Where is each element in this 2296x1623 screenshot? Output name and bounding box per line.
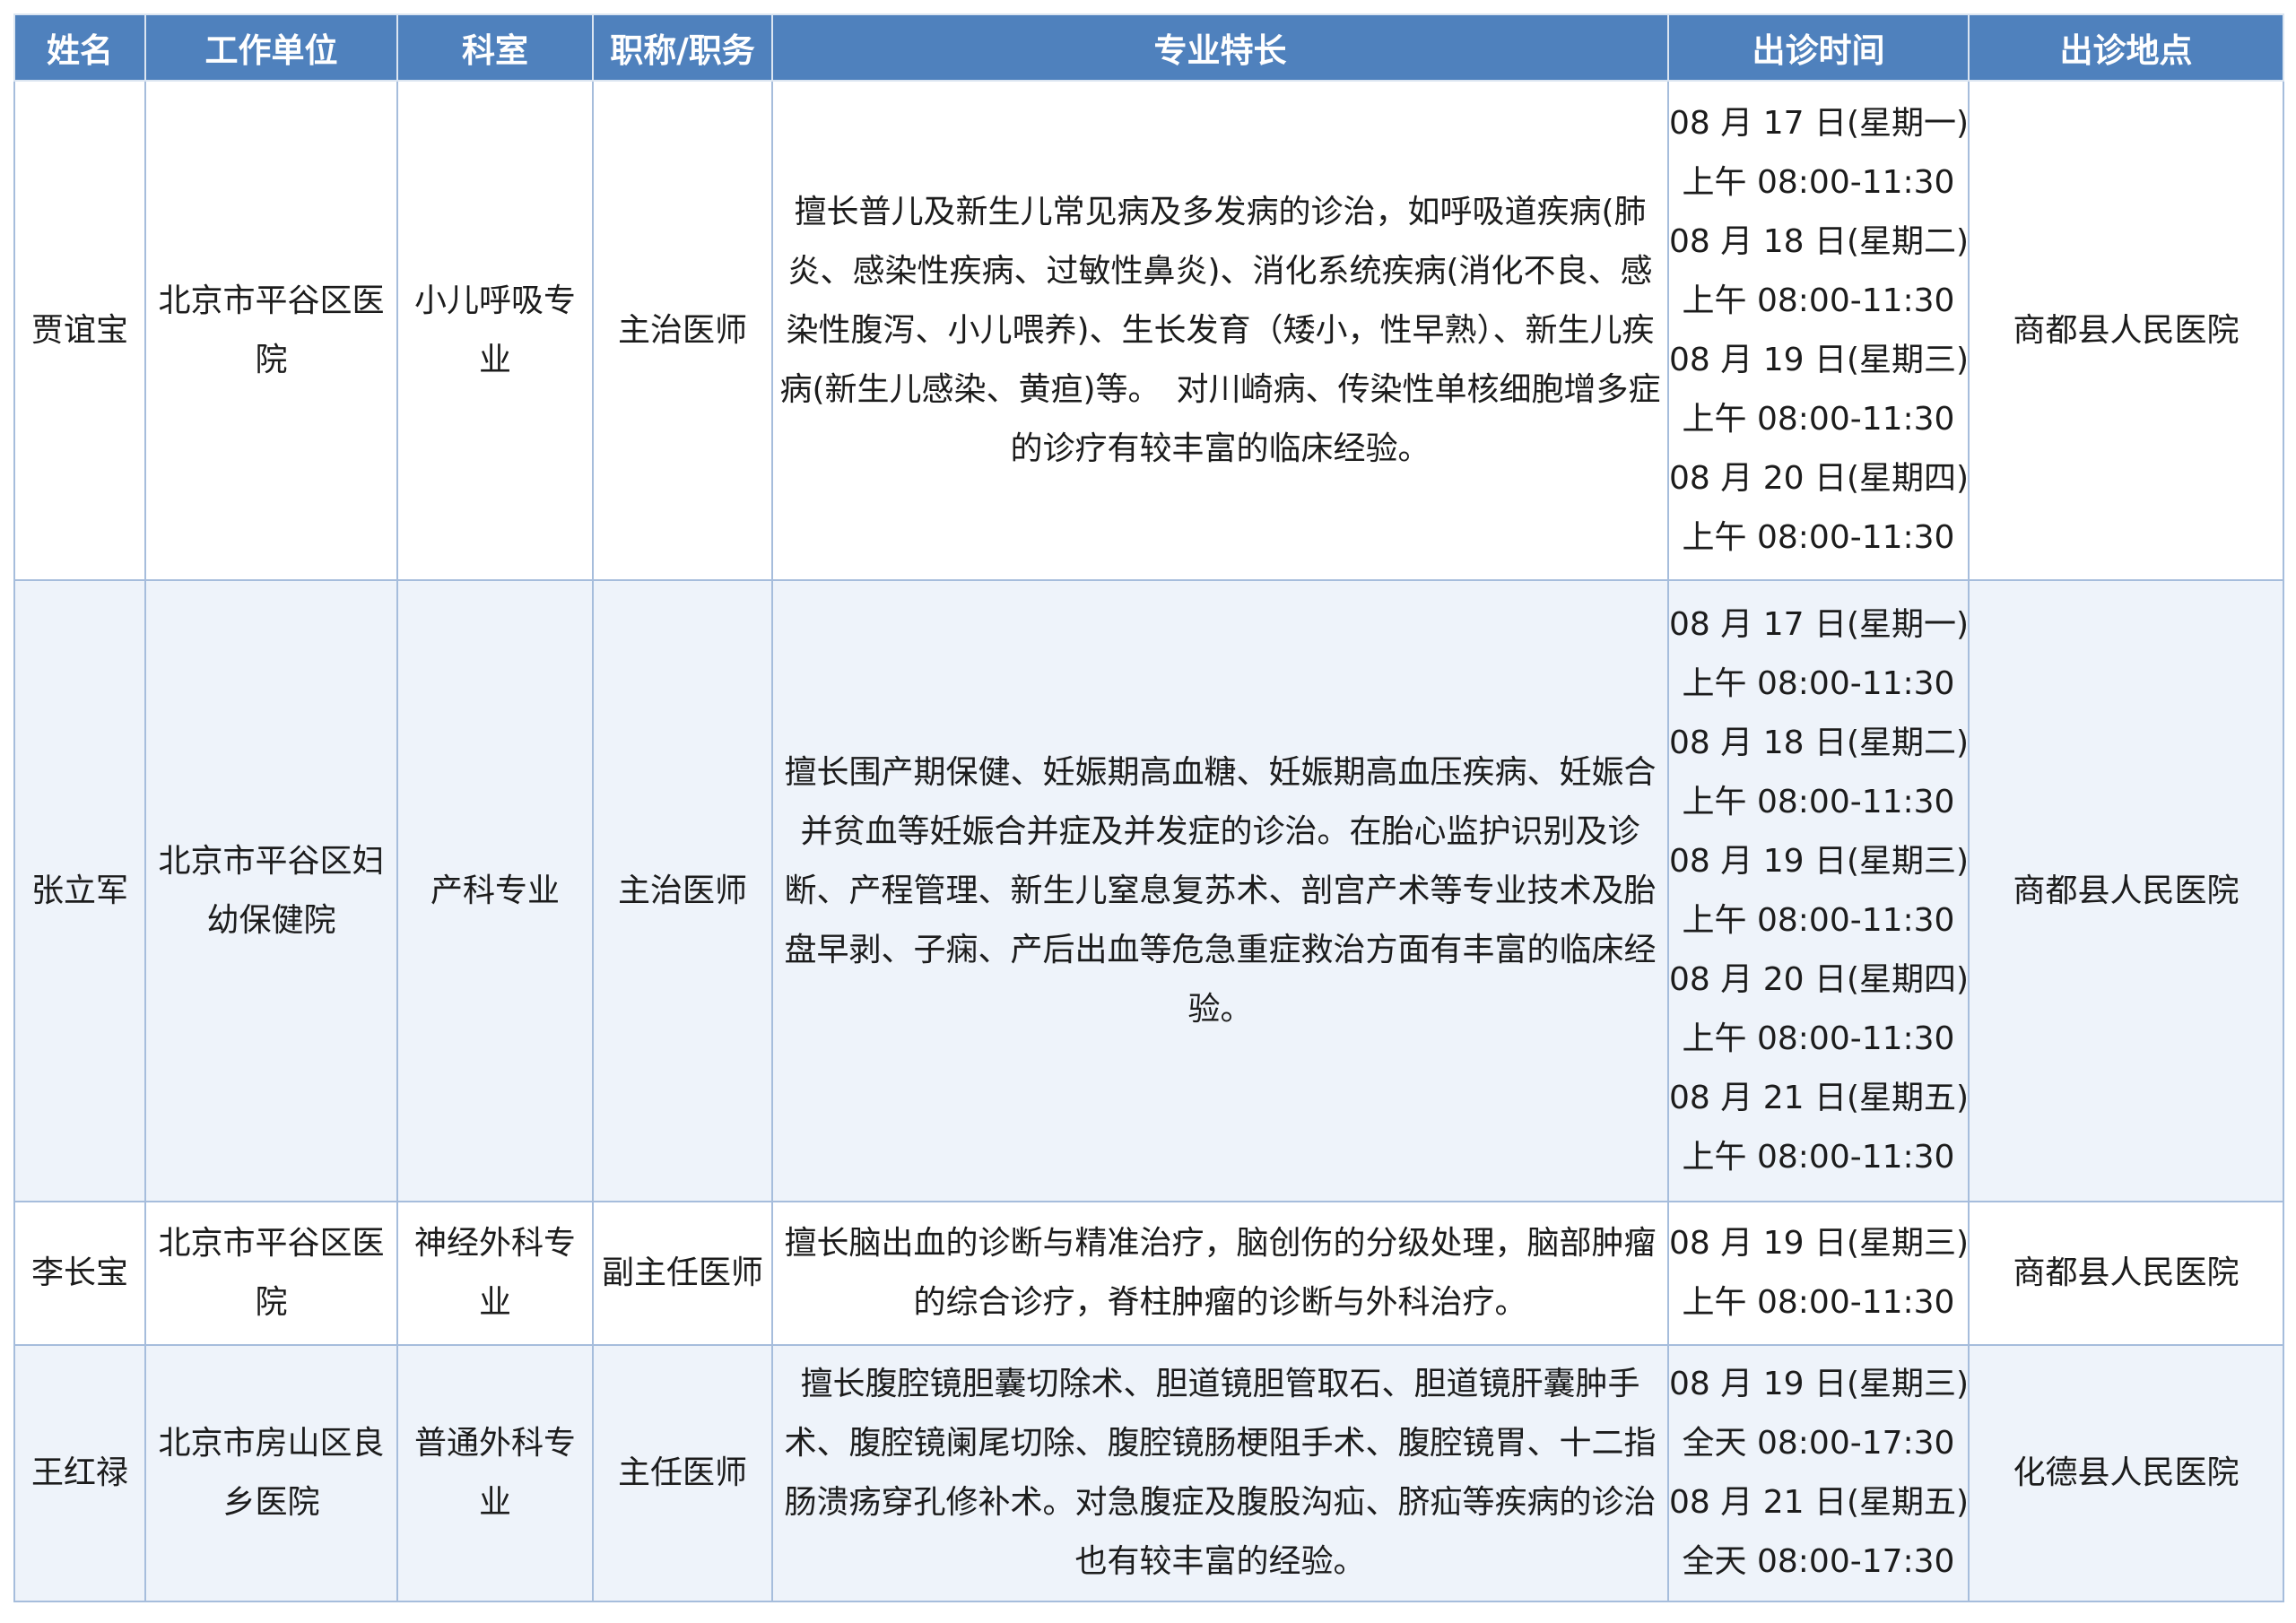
clinic-time: 08 月 17 日(星期一) 上午 08:00-11:30 08 月 18 日(… [1667, 80, 1970, 581]
work-unit: 北京市平谷区医院 [144, 80, 398, 581]
specialty: 擅长围产期保健、妊娠期高血糖、妊娠期高血压疾病、妊娠合并贫血等妊娠合并症及并发症… [771, 579, 1669, 1202]
clinic-time-line: 上午 08:00-11:30 [1682, 400, 1955, 438]
clinic-time-line: 上午 08:00-11:30 [1682, 664, 1955, 702]
clinic-time: 08 月 19 日(星期三) 上午 08:00-11:30 [1667, 1201, 1970, 1346]
doctor-schedule-table: 姓名 工作单位 科室 职称/职务 专业特长 出诊时间 出诊地点 贾谊宝 北京市平… [13, 13, 2284, 1602]
department: 普通外科专业 [396, 1344, 594, 1602]
department: 神经外科专业 [396, 1201, 594, 1346]
department-text: 普通外科专业 [413, 1425, 576, 1521]
work-unit-text: 北京市平谷区妇幼保健院 [158, 842, 385, 939]
clinic-time-line: 上午 08:00-11:30 [1682, 783, 1955, 820]
clinic-time-line: 08 月 17 日(星期一) [1669, 104, 1970, 142]
header-dept: 科室 [396, 13, 594, 82]
department-text: 产科专业 [430, 872, 560, 909]
table-row: 张立军 北京市平谷区妇幼保健院 产科专业 主治医师 擅长围产期保健、妊娠期高血糖… [13, 579, 2284, 1202]
clinic-time-line: 上午 08:00-11:30 [1682, 1284, 1955, 1321]
job-title: 主治医师 [592, 579, 773, 1202]
specialty: 擅长脑出血的诊断与精准治疗，脑创伤的分级处理，脑部肿瘤的综合诊疗，脊柱肿瘤的诊断… [771, 1201, 1669, 1346]
clinic-time-line: 08 月 19 日(星期三) [1669, 341, 1970, 378]
clinic-time: 08 月 19 日(星期三) 全天 08:00-17:30 08 月 21 日(… [1667, 1344, 1970, 1602]
specialty: 擅长腹腔镜胆囊切除术、胆道镜胆管取石、胆道镜肝囊肿手术、腹腔镜阑尾切除、腹腔镜肠… [771, 1344, 1669, 1602]
header-title: 职称/职务 [592, 13, 773, 82]
clinic-location: 化德县人民医院 [1968, 1344, 2284, 1602]
clinic-time-line: 08 月 20 日(星期四) [1669, 960, 1970, 998]
department-text: 小儿呼吸专业 [413, 282, 576, 378]
doctor-name: 李长宝 [13, 1201, 146, 1346]
clinic-time-line: 08 月 19 日(星期三) [1669, 842, 1970, 880]
clinic-time-line: 08 月 17 日(星期一) [1669, 605, 1970, 643]
work-unit-text: 北京市平谷区医院 [158, 1225, 385, 1321]
page: 姓名 工作单位 科室 职称/职务 专业特长 出诊时间 出诊地点 贾谊宝 北京市平… [0, 0, 2296, 1623]
department-text: 神经外科专业 [413, 1225, 576, 1321]
clinic-time-line: 上午 08:00-11:30 [1682, 282, 1955, 319]
header-time: 出诊时间 [1667, 13, 1970, 82]
clinic-time-line: 上午 08:00-11:30 [1682, 1138, 1955, 1176]
header-name: 姓名 [13, 13, 146, 82]
work-unit-text: 北京市平谷区医院 [158, 282, 385, 378]
department: 产科专业 [396, 579, 594, 1202]
clinic-time-line: 08 月 19 日(星期三) [1669, 1225, 1970, 1262]
work-unit-text: 北京市房山区良乡医院 [158, 1425, 385, 1521]
doctor-name: 张立军 [13, 579, 146, 1202]
clinic-time-line: 08 月 21 日(星期五) [1669, 1079, 1970, 1116]
header-row: 姓名 工作单位 科室 职称/职务 专业特长 出诊时间 出诊地点 [13, 13, 2284, 82]
doctor-name: 贾谊宝 [13, 80, 146, 581]
table-row: 贾谊宝 北京市平谷区医院 小儿呼吸专业 主治医师 擅长普儿及新生儿常见病及多发病… [13, 80, 2284, 581]
work-unit: 北京市平谷区医院 [144, 1201, 398, 1346]
clinic-time-line: 08 月 19 日(星期三) [1669, 1366, 1970, 1402]
clinic-time-line: 08 月 18 日(星期二) [1669, 724, 1970, 761]
clinic-location: 商都县人民医院 [1968, 579, 2284, 1202]
clinic-time-line: 全天 08:00-17:30 [1682, 1425, 1955, 1462]
doctor-name: 王红禄 [13, 1344, 146, 1602]
header-location: 出诊地点 [1968, 13, 2284, 82]
job-title: 副主任医师 [592, 1201, 773, 1346]
job-title: 主治医师 [592, 80, 773, 581]
clinic-time: 08 月 17 日(星期一) 上午 08:00-11:30 08 月 18 日(… [1667, 579, 1970, 1202]
clinic-time-line: 上午 08:00-11:30 [1682, 518, 1955, 556]
table-row: 李长宝 北京市平谷区医院 神经外科专业 副主任医师 擅长脑出血的诊断与精准治疗，… [13, 1201, 2284, 1346]
header-specialty: 专业特长 [771, 13, 1669, 82]
clinic-location: 商都县人民医院 [1968, 80, 2284, 581]
department: 小儿呼吸专业 [396, 80, 594, 581]
clinic-time-line: 全天 08:00-17:30 [1682, 1543, 1955, 1580]
clinic-time-line: 08 月 20 日(星期四) [1669, 459, 1970, 497]
header-unit: 工作单位 [144, 13, 398, 82]
clinic-time-line: 上午 08:00-11:30 [1682, 901, 1955, 939]
job-title: 主任医师 [592, 1344, 773, 1602]
clinic-location: 商都县人民医院 [1968, 1201, 2284, 1346]
table-row: 王红禄 北京市房山区良乡医院 普通外科专业 主任医师 擅长腹腔镜胆囊切除术、胆道… [13, 1344, 2284, 1602]
work-unit: 北京市平谷区妇幼保健院 [144, 579, 398, 1202]
clinic-time-line: 上午 08:00-11:30 [1682, 163, 1955, 201]
clinic-time-line: 08 月 21 日(星期五) [1669, 1484, 1970, 1521]
specialty: 擅长普儿及新生儿常见病及多发病的诊治，如呼吸道疾病(肺炎、感染性疾病、过敏性鼻炎… [771, 80, 1669, 581]
work-unit: 北京市房山区良乡医院 [144, 1344, 398, 1602]
clinic-time-line: 08 月 18 日(星期二) [1669, 222, 1970, 260]
clinic-time-line: 上午 08:00-11:30 [1682, 1020, 1955, 1057]
